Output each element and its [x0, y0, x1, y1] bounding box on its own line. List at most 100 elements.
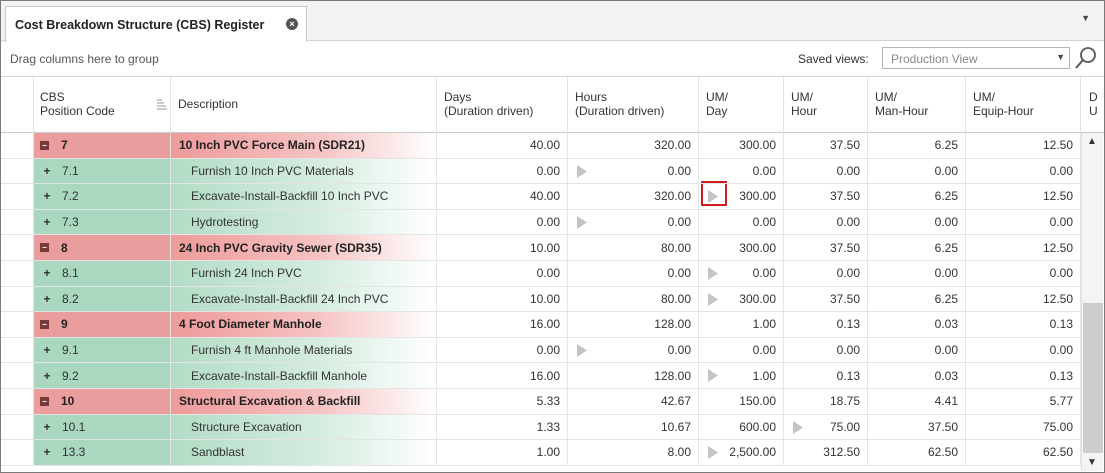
um-man-hour-cell[interactable]: 0.00 — [868, 261, 966, 286]
description-cell[interactable]: Furnish 4 ft Manhole Materials — [171, 337, 437, 363]
um-man-hour-cell[interactable]: 6.25 — [868, 133, 966, 158]
um-day-cell[interactable]: 150.00 — [699, 389, 784, 414]
um-day-cell[interactable]: 300.00 — [699, 184, 784, 209]
um-man-hour-cell[interactable]: 0.03 — [868, 312, 966, 337]
hours-cell[interactable]: 0.00 — [568, 261, 699, 286]
description-cell[interactable]: Excavate-Install-Backfill Manhole — [171, 363, 437, 388]
um-equip-hour-cell[interactable]: 12.50 — [966, 133, 1081, 158]
days-cell[interactable]: 16.00 — [437, 312, 568, 337]
um-hour-cell[interactable]: 37.50 — [784, 133, 868, 158]
description-cell[interactable]: Excavate-Install-Backfill 24 Inch PVC — [171, 286, 437, 312]
days-cell[interactable]: 1.33 — [437, 414, 568, 440]
hours-cell[interactable]: 0.00 — [568, 209, 699, 235]
table-row[interactable]: +7.2 Excavate-Install-Backfill 10 Inch PV… — [1, 184, 1081, 210]
column-header-description[interactable]: Description — [171, 77, 437, 133]
close-icon[interactable]: × — [286, 18, 298, 30]
um-equip-hour-cell[interactable]: 62.50 — [966, 440, 1081, 465]
table-row[interactable]: +7.3 Hydrotesting 0.00 0.00 0.00 0.00 0.00 0.00 — [1, 209, 1081, 236]
days-cell[interactable]: 40.00 — [437, 133, 568, 158]
collapse-icon[interactable]: − — [40, 140, 49, 150]
scrollbar-thumb[interactable] — [1083, 303, 1103, 453]
collapse-icon[interactable]: − — [40, 396, 49, 406]
group-row[interactable]: −9 4 Foot Diameter Manhole 16.00 128.00 1.00… — [1, 312, 1081, 338]
um-man-hour-cell[interactable]: 6.25 — [868, 235, 966, 260]
description-cell[interactable]: 24 Inch PVC Gravity Sewer (SDR35) — [171, 235, 437, 260]
play-triangle-icon[interactable] — [708, 267, 718, 280]
days-cell[interactable]: 5.33 — [437, 389, 568, 414]
um-man-hour-cell[interactable]: 6.25 — [868, 286, 966, 312]
column-header-days[interactable]: Days (Duration driven) — [437, 77, 568, 133]
um-day-cell[interactable]: 1.00 — [699, 363, 784, 388]
expand-icon[interactable]: + — [40, 343, 54, 357]
saved-views-dropdown[interactable]: Production View ▼ — [882, 47, 1070, 69]
cbs-code-cell[interactable]: +13.3 — [34, 440, 171, 465]
group-row[interactable]: −8 24 Inch PVC Gravity Sewer (SDR35) 10.00… — [1, 235, 1081, 261]
play-triangle-icon[interactable] — [708, 369, 718, 383]
table-row[interactable]: +7.1 Furnish 10 Inch PVC Materials 0.00 0.0… — [1, 158, 1081, 185]
table-row[interactable]: +13.3 Sandblast 1.00 8.00 2,500.00 312.50 62.5… — [1, 440, 1081, 466]
hours-cell[interactable]: 0.00 — [568, 158, 699, 184]
scroll-down-icon[interactable]: ▼ — [1087, 457, 1097, 468]
expand-icon[interactable]: + — [40, 445, 54, 459]
column-header-um-hour[interactable]: UM/ Hour — [784, 77, 868, 133]
um-equip-hour-cell[interactable]: 0.13 — [966, 363, 1081, 388]
cbs-code-cell[interactable]: −8 — [34, 235, 171, 260]
cbs-code-cell[interactable]: −7 — [34, 133, 171, 158]
cbs-code-cell[interactable]: +9.2 — [34, 363, 171, 388]
um-man-hour-cell[interactable]: 62.50 — [868, 440, 966, 465]
um-day-cell[interactable]: 300.00 — [699, 235, 784, 260]
collapse-icon[interactable]: − — [40, 243, 49, 253]
group-by-bar[interactable]: Drag columns here to group Saved views: … — [1, 42, 1104, 76]
um-hour-cell[interactable]: 75.00 — [784, 414, 868, 440]
um-hour-cell[interactable]: 312.50 — [784, 440, 868, 465]
column-header-um-day[interactable]: UM/ Day — [699, 77, 784, 133]
um-hour-cell[interactable]: 37.50 — [784, 184, 868, 209]
um-hour-cell[interactable]: 0.00 — [784, 158, 868, 184]
expand-icon[interactable]: + — [40, 420, 54, 434]
tab-cbs-register[interactable]: Cost Breakdown Structure (CBS) Register … — [5, 6, 307, 42]
chevron-down-icon[interactable]: ▼ — [1056, 52, 1065, 62]
days-cell[interactable]: 40.00 — [437, 184, 568, 209]
sort-icon[interactable] — [156, 98, 168, 110]
um-man-hour-cell[interactable]: 6.25 — [868, 184, 966, 209]
tab-menu-chevron-down-icon[interactable]: ▼ — [1081, 13, 1090, 23]
table-row[interactable]: +9.1 Furnish 4 ft Manhole Materials 0.00 0.… — [1, 337, 1081, 364]
um-equip-hour-cell[interactable]: 12.50 — [966, 235, 1081, 260]
days-cell[interactable]: 0.00 — [437, 337, 568, 363]
hours-cell[interactable]: 42.67 — [568, 389, 699, 414]
description-cell[interactable]: Furnish 24 Inch PVC — [171, 261, 437, 286]
um-day-cell[interactable]: 0.00 — [699, 158, 784, 184]
um-hour-cell[interactable]: 18.75 — [784, 389, 868, 414]
table-row[interactable]: +9.2 Excavate-Install-Backfill Manhole 16.… — [1, 363, 1081, 389]
play-triangle-icon[interactable] — [708, 446, 718, 460]
collapse-icon[interactable]: − — [40, 319, 49, 329]
description-cell[interactable]: Sandblast — [171, 440, 437, 465]
um-day-cell[interactable]: 1.00 — [699, 312, 784, 337]
um-equip-hour-cell[interactable]: 0.00 — [966, 158, 1081, 184]
table-row[interactable]: +8.2 Excavate-Install-Backfill 24 Inch PV… — [1, 286, 1081, 313]
days-cell[interactable]: 10.00 — [437, 286, 568, 312]
days-cell[interactable]: 16.00 — [437, 363, 568, 388]
um-hour-cell[interactable]: 0.00 — [784, 209, 868, 235]
column-header-um-equip-hour[interactable]: UM/ Equip-Hour — [966, 77, 1081, 133]
um-equip-hour-cell[interactable]: 0.13 — [966, 312, 1081, 337]
cbs-code-cell[interactable]: +7.2 — [34, 184, 171, 209]
expand-icon[interactable]: + — [40, 164, 54, 178]
play-triangle-icon[interactable] — [577, 343, 587, 357]
um-man-hour-cell[interactable]: 0.00 — [868, 337, 966, 363]
hours-cell[interactable]: 8.00 — [568, 440, 699, 465]
um-equip-hour-cell[interactable]: 5.77 — [966, 389, 1081, 414]
cbs-code-cell[interactable]: +8.2 — [34, 286, 171, 312]
um-day-cell[interactable]: 600.00 — [699, 414, 784, 440]
scroll-up-icon[interactable]: ▲ — [1087, 136, 1097, 147]
group-row[interactable]: −7 10 Inch PVC Force Main (SDR21) 40.00 320… — [1, 133, 1081, 159]
um-hour-cell[interactable]: 0.13 — [784, 312, 868, 337]
um-day-cell[interactable]: 300.00 — [699, 286, 784, 312]
days-cell[interactable]: 10.00 — [437, 235, 568, 260]
description-cell[interactable]: Structure Excavation — [171, 414, 437, 440]
expand-icon[interactable]: + — [40, 189, 54, 203]
um-man-hour-cell[interactable]: 4.41 — [868, 389, 966, 414]
days-cell[interactable]: 0.00 — [437, 209, 568, 235]
hours-cell[interactable]: 80.00 — [568, 286, 699, 312]
group-row[interactable]: − 10 Structural Excavation & Backfill 5.33 4… — [1, 389, 1081, 415]
